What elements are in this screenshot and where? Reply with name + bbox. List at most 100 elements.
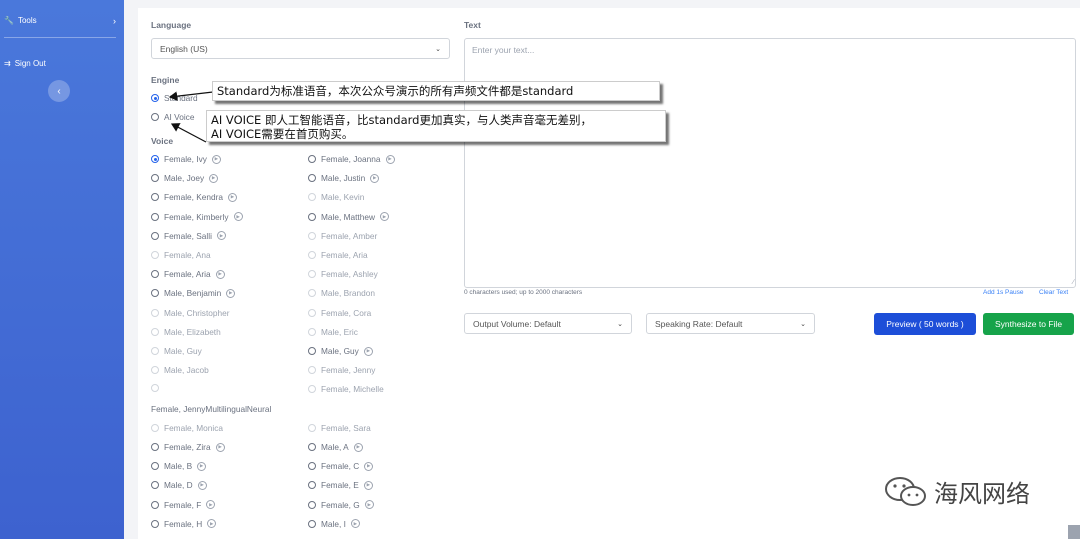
- voice-option[interactable]: Female, Ivy ▶: [151, 154, 221, 164]
- radio-icon: [151, 212, 159, 221]
- voice-option[interactable]: Male, Elizabeth: [151, 327, 221, 337]
- play-sample-icon[interactable]: ▶: [211, 154, 221, 164]
- radio-icon: [151, 384, 159, 393]
- voice-option[interactable]: Female, C ▶: [308, 461, 374, 471]
- voice-option[interactable]: [151, 384, 164, 393]
- voice-option[interactable]: Female, Amber: [308, 231, 377, 241]
- voice-option[interactable]: Female, Joanna ▶: [308, 154, 395, 164]
- text-input[interactable]: Enter your text... ∕: [464, 38, 1076, 288]
- play-sample-icon[interactable]: ▶: [216, 231, 226, 241]
- voice-option[interactable]: Female, Jenny: [308, 365, 375, 375]
- voice-option[interactable]: Female, Michelle: [308, 384, 384, 394]
- sidebar-item-signout[interactable]: ⇉ Sign Out: [4, 59, 46, 68]
- voice-option[interactable]: Female, Aria ▶: [151, 269, 225, 279]
- play-sample-icon[interactable]: ▶: [228, 192, 238, 202]
- scroll-corner[interactable]: [1068, 525, 1080, 539]
- radio-icon: [308, 308, 316, 317]
- voice-option[interactable]: Male, Jacob: [151, 365, 209, 375]
- voice-option[interactable]: Female, Ashley: [308, 269, 378, 279]
- language-select[interactable]: English (US) ⌄: [151, 38, 450, 59]
- voice-option-label: Female, E: [321, 480, 359, 491]
- radio-icon: [151, 481, 159, 490]
- output-volume-select[interactable]: Output Volume: Default ⌄: [464, 313, 632, 334]
- voice-option[interactable]: Male, Matthew ▶: [308, 212, 389, 222]
- play-sample-icon[interactable]: ▶: [350, 519, 360, 529]
- voice-option[interactable]: Female, H ▶: [151, 519, 217, 529]
- voice-option-label: Male, Joey: [164, 173, 205, 184]
- voice-option-label: Female, Cora: [321, 307, 372, 318]
- voice-option[interactable]: Female, Zira ▶: [151, 442, 225, 452]
- voice-option[interactable]: Female, Kendra ▶: [151, 192, 238, 202]
- play-sample-icon[interactable]: ▶: [233, 212, 243, 222]
- voice-option[interactable]: Female, G ▶: [308, 500, 374, 510]
- play-sample-icon[interactable]: ▶: [209, 173, 219, 183]
- voice-option-label: Male, D: [164, 480, 193, 491]
- voice-option[interactable]: Male, Christopher: [151, 308, 229, 318]
- voice-option[interactable]: Male, Benjamin ▶: [151, 288, 236, 298]
- voice-option[interactable]: Male, Justin ▶: [308, 173, 380, 183]
- radio-icon: [308, 174, 316, 183]
- chevron-right-icon: ›: [113, 16, 116, 26]
- annotation-text: AI VOICE需要在首页购买。: [211, 127, 354, 141]
- play-sample-icon[interactable]: ▶: [197, 480, 207, 490]
- voice-option[interactable]: Female, Cora: [308, 308, 371, 318]
- play-sample-icon[interactable]: ▶: [353, 442, 363, 452]
- voice-option[interactable]: Female, E ▶: [308, 480, 373, 490]
- synthesize-button[interactable]: Synthesize to File: [983, 313, 1074, 335]
- voice-option-label: Male, Eric: [321, 326, 358, 337]
- play-sample-icon[interactable]: ▶: [226, 288, 236, 298]
- voice-option-label: Female, Aria: [164, 269, 211, 280]
- engine-option-standard[interactable]: Standard: [151, 93, 198, 103]
- sign-out-icon: ⇉: [4, 59, 11, 68]
- voice-option-label: Female, Zira: [164, 442, 211, 452]
- voice-option[interactable]: Male, Guy: [151, 346, 202, 356]
- voice-option[interactable]: Female, Kimberly ▶: [151, 212, 243, 222]
- voice-option[interactable]: Male, I ▶: [308, 519, 360, 529]
- play-sample-icon[interactable]: ▶: [206, 500, 216, 510]
- play-sample-icon[interactable]: ▶: [379, 212, 389, 222]
- voice-option[interactable]: Female, Salli ▶: [151, 231, 226, 241]
- play-sample-icon[interactable]: ▶: [370, 173, 380, 183]
- radio-icon: [308, 270, 316, 279]
- watermark-text: 海风网络: [934, 480, 1030, 508]
- voice-option[interactable]: Female, Monica: [151, 423, 223, 433]
- play-sample-icon[interactable]: ▶: [363, 480, 373, 490]
- preview-button[interactable]: Preview ( 50 words ): [874, 313, 976, 335]
- play-sample-icon[interactable]: ▶: [207, 519, 217, 529]
- voice-option[interactable]: Male, D ▶: [151, 480, 207, 490]
- play-sample-icon[interactable]: ▶: [385, 154, 395, 164]
- wrench-icon: 🔧: [4, 16, 14, 25]
- clear-text-link[interactable]: Clear Text: [1039, 289, 1068, 296]
- character-counter: 0 characters used; up to 2000 characters: [464, 289, 583, 296]
- voice-option[interactable]: Male, Guy ▶: [308, 346, 373, 356]
- voice-option[interactable]: Male, Joey ▶: [151, 173, 219, 184]
- play-sample-icon[interactable]: ▶: [215, 269, 225, 279]
- add-pause-link[interactable]: Add 1s Pause: [983, 289, 1023, 296]
- play-sample-icon[interactable]: ▶: [364, 461, 374, 471]
- play-sample-icon[interactable]: ▶: [197, 461, 207, 471]
- voice-option-label: Male, Jacob: [164, 365, 209, 376]
- voice-option-label: Female, Joanna: [321, 154, 381, 164]
- voice-option[interactable]: Male, B ▶: [151, 461, 207, 471]
- voice-wrapped-label: Female, JennyMultilingualNeural: [151, 404, 271, 414]
- voice-option[interactable]: Male, Kevin: [308, 192, 364, 202]
- sidebar-collapse-button[interactable]: ‹: [48, 80, 70, 102]
- voice-option[interactable]: Male, Brandon: [308, 288, 375, 298]
- engine-option-ai-voice[interactable]: AI Voice: [151, 112, 194, 122]
- engine-option-label: Standard: [164, 93, 198, 103]
- voice-option[interactable]: Female, Aria: [308, 250, 368, 260]
- radio-icon: [151, 251, 159, 259]
- play-sample-icon[interactable]: ▶: [363, 346, 373, 356]
- play-sample-icon[interactable]: ▶: [215, 442, 225, 452]
- resize-handle-icon[interactable]: ∕: [1073, 279, 1074, 286]
- voice-option[interactable]: Male, Eric: [308, 327, 358, 337]
- sidebar-item-tools[interactable]: 🔧 Tools ›: [4, 16, 116, 26]
- play-sample-icon[interactable]: ▶: [364, 500, 374, 510]
- speaking-rate-select[interactable]: Speaking Rate: Default ⌄: [646, 313, 815, 334]
- voice-option-label: Female, Ashley: [321, 269, 378, 280]
- voice-option[interactable]: Female, Sara: [308, 423, 371, 433]
- voice-option[interactable]: Male, A ▶: [308, 442, 363, 452]
- text-input-placeholder: Enter your text...: [472, 45, 535, 55]
- voice-option[interactable]: Female, F ▶: [151, 500, 216, 510]
- voice-option[interactable]: Female, Ana: [151, 250, 211, 260]
